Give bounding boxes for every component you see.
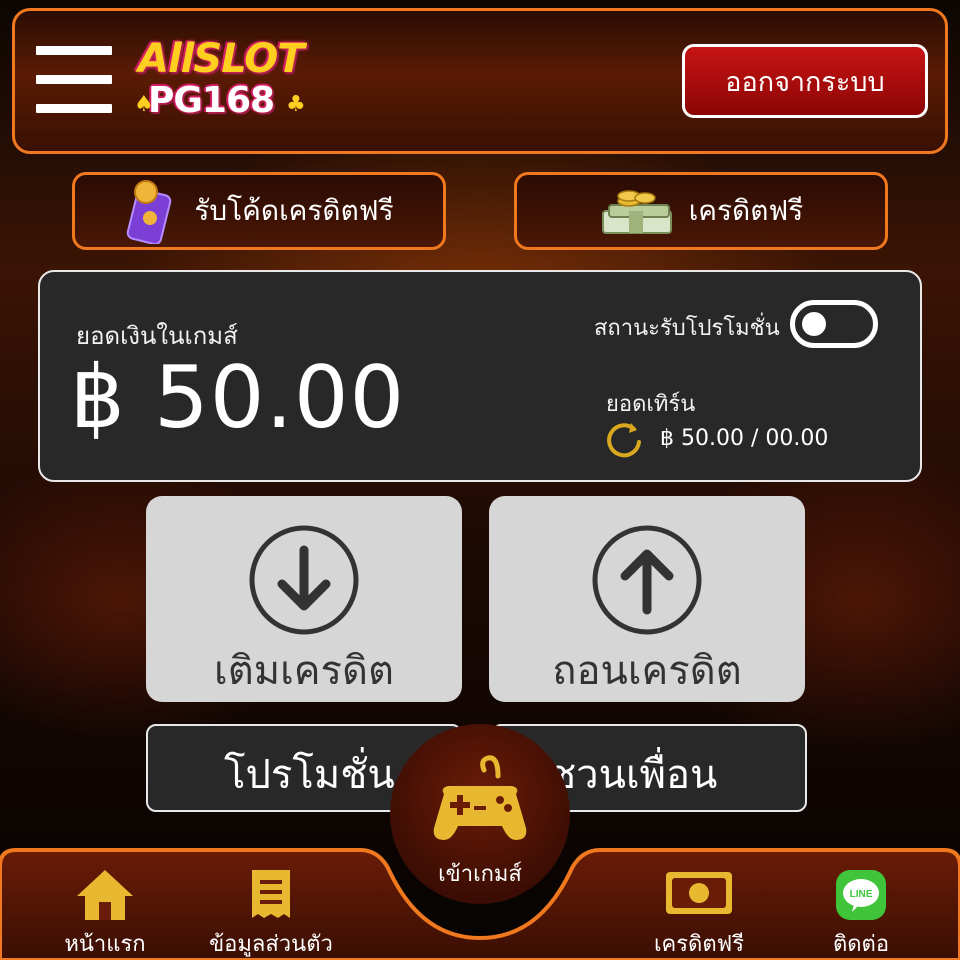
free-credit-button[interactable]: เครดิตฟรี [514,172,888,250]
site-logo[interactable]: AllSLOT PG168 ♠ ♣ [134,36,314,124]
line-chat-icon: LINE [836,870,886,920]
logo-text-top: AllSLOT [138,36,305,82]
promo-status-label: สถานะรับโปรโมชั่น [594,316,780,341]
turnover-label: ยอดเทิร์น [606,392,696,417]
club-icon: ♣ [286,92,306,117]
logo-text-bottom: PG168 [148,80,275,121]
phone-coin-icon [127,180,172,244]
free-code-button[interactable]: รับโค้ดเครดิตฟรี [72,172,446,250]
arrow-up-circle-icon [592,525,702,635]
receipt-icon [252,870,290,918]
money-stack-icon [601,190,672,234]
invite-label: ชวนเพื่อน [549,752,718,798]
balance-card: ยอดเงินในเกมส์ ฿ 50.00 สถานะรับโปรโมชั่น… [38,270,922,482]
nav-contact-label: ติดต่อ [832,932,890,957]
nav-home[interactable]: หน้าแรก [40,868,170,957]
nav-free-credit-label: เครดิตฟรี [653,932,745,957]
balance-amount: ฿ 50.00 [70,348,406,448]
banknote-icon [666,872,732,914]
svg-text:LINE: LINE [850,889,873,900]
nav-profile[interactable]: ข้อมูลส่วนตัว [206,868,336,957]
deposit-button[interactable]: เติมเครดิต [146,496,462,702]
nav-home-label: หน้าแรก [64,932,146,957]
promo-toggle[interactable] [790,300,878,348]
menu-icon[interactable] [36,46,112,114]
nav-free-credit[interactable]: เครดิตฟรี [634,868,764,957]
withdraw-label: ถอนเครดิต [552,648,742,694]
turnover-value: ฿ 50.00 / 00.00 [660,426,829,451]
withdraw-button[interactable]: ถอนเครดิต [489,496,805,702]
nav-contact[interactable]: LINE ติดต่อ [796,868,926,957]
spade-icon: ♠ [134,92,154,117]
logout-button[interactable]: ออกจากระบบ [682,44,928,118]
deposit-label: เติมเครดิต [214,648,394,694]
play-game-button[interactable]: เข้าเกมส์ [390,724,570,904]
play-game-label: เข้าเกมส์ [438,862,522,887]
promotion-label: โปรโมชั่น [224,752,395,798]
home-icon [77,870,133,920]
refresh-icon[interactable] [604,420,644,460]
free-credit-label: เครดิตฟรี [688,194,804,227]
nav-profile-label: ข้อมูลส่วนตัว [209,932,333,957]
arrow-down-circle-icon [249,525,359,635]
free-code-label: รับโค้ดเครดิตฟรี [194,194,394,227]
gamepad-icon [433,755,527,840]
